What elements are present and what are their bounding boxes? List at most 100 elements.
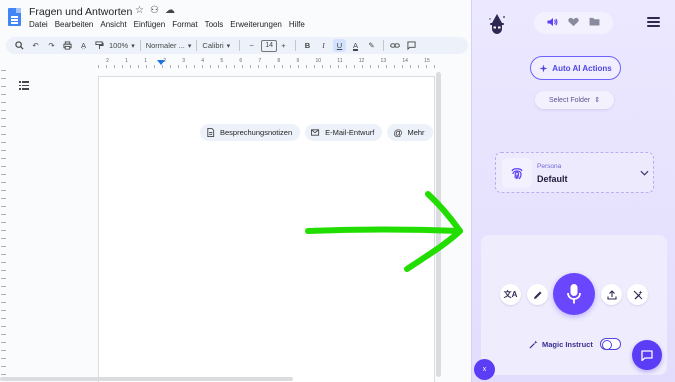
text-color-button[interactable]: A [349,39,362,52]
redo-icon[interactable]: ↷ [45,39,58,52]
print-icon[interactable] [61,39,74,52]
toolbar-divider [239,40,241,51]
edit-button[interactable] [527,284,548,305]
menu-icon[interactable] [647,17,660,27]
ruler-number: 4 [201,58,205,64]
microphone-icon [567,284,581,304]
ruler-number: 7 [258,58,262,64]
docs-logo-icon[interactable] [8,8,21,26]
undo-icon[interactable]: ↶ [29,39,42,52]
document-icon [207,128,215,137]
ruler-marks: 2 1 1 2 3 4 5 6 7 8 9 10 11 12 13 14 15 [98,58,438,64]
green-arrow-annotation [305,191,463,272]
menu-bar: Datei Bearbeiten Ansicht Einfügen Format… [29,20,305,29]
magic-wand-icon [529,339,538,349]
horizontal-ruler: 2 1 1 2 3 4 5 6 7 8 9 10 11 12 13 14 15 [98,58,438,68]
ruler-number: 8 [277,58,281,64]
toolbar-divider [382,40,384,51]
magic-off-icon [633,290,642,299]
microphone-button[interactable] [553,273,595,315]
at-sign-icon: @ [393,127,403,138]
increase-font-size-button[interactable]: + [277,39,290,52]
paragraph-style-select[interactable]: Normaler ... [146,39,192,52]
chevron-down-icon [640,168,649,178]
cloud-status-icon[interactable]: ☁ [165,5,175,16]
magic-instruct-toggle[interactable] [599,338,621,350]
more-chip[interactable]: @ Mehr [387,124,433,141]
move-icon[interactable]: ⚇ [150,5,159,16]
persona-value: Default [537,174,568,184]
more-label: Mehr [407,128,425,137]
menu-erweiterungen[interactable]: Erweiterungen [230,20,282,29]
bold-button[interactable]: B [301,39,314,52]
document-outline-icon[interactable] [19,81,29,90]
formatting-toolbar: ↶ ↷ A̤ 100% Normaler ... Calibri − 14 + … [6,37,468,54]
speaker-icon[interactable] [547,17,558,30]
horizontal-scrollbar[interactable] [0,377,293,381]
email-icon [311,129,320,136]
select-folder-label: Select Folder [548,96,591,104]
folder-icon[interactable] [589,17,600,29]
fingerprint-icon [502,158,532,188]
chat-button[interactable] [632,340,662,370]
email-draft-label: E-Mail-Entwurf [325,128,375,137]
select-folder-dropdown[interactable]: Select Folder ⇕ [535,91,614,109]
spellcheck-icon[interactable]: A̤ [77,39,90,52]
ruler-number: 15 [424,58,430,64]
meeting-notes-chip[interactable]: Besprechungsnotizen [200,124,301,141]
ruler-number: 13 [380,58,387,64]
underline-button[interactable]: U [332,39,346,52]
ruler-number: 9 [296,58,300,64]
decrease-font-size-button[interactable]: − [245,39,258,52]
close-panel-button[interactable]: x [474,359,495,380]
menu-datei[interactable]: Datei [29,20,48,29]
ruler-number: 6 [239,58,243,64]
ruler-number: 14 [402,58,408,64]
highlight-color-icon[interactable]: ✎ [365,39,378,52]
persona-label: Persona [537,163,562,170]
docs-header: Fragen und Antworten ☆ ⚇ ☁ Datei Bearbei… [0,0,471,35]
ruler-number: 3 [182,58,186,64]
insert-link-icon[interactable] [389,39,402,52]
font-family-select[interactable]: Calibri [202,39,230,52]
ruler-number: 1 [125,58,128,64]
italic-button[interactable]: I [317,39,330,52]
assistant-panel: Auto AI Actions Select Folder ⇕ Persona … [471,0,675,382]
toolbar-divider [294,40,296,51]
ruler-number: 1 [144,58,147,64]
wizard-logo-icon[interactable] [487,13,507,35]
menu-ansicht[interactable]: Ansicht [100,20,126,29]
magic-instruct-row: Magic Instruct [529,338,621,350]
indent-marker-icon[interactable] [157,60,165,65]
toolbar-divider [196,40,198,51]
toolbar-divider [139,40,141,51]
star-icon[interactable]: ☆ [135,5,144,16]
paint-format-icon[interactable] [93,39,106,52]
search-menus-icon[interactable] [13,39,26,52]
persona-selector[interactable]: Persona Default [495,152,654,193]
translate-icon: 文A [503,290,518,299]
ruler-number: 10 [315,58,322,64]
auto-ai-actions-label: Auto AI Actions [552,63,612,73]
heart-icon[interactable] [568,17,579,30]
smart-chips: Besprechungsnotizen E-Mail-Entwurf @ Meh… [200,124,433,141]
zoom-select[interactable]: 100% [109,39,135,52]
translate-button[interactable]: 文A [500,284,521,305]
menu-bearbeiten[interactable]: Bearbeiten [55,20,94,29]
menu-einfuegen[interactable]: Einfügen [134,20,166,29]
upload-button[interactable] [601,284,622,305]
font-size-input[interactable]: 14 [261,39,277,52]
document-title[interactable]: Fragen und Antworten [29,6,132,18]
menu-tools[interactable]: Tools [205,20,224,29]
top-action-bar [534,12,613,34]
email-draft-chip[interactable]: E-Mail-Entwurf [305,124,383,141]
ruler-number: 5 [220,58,224,64]
pencil-icon [533,291,541,299]
ruler-number: 2 [106,58,109,64]
insert-comment-icon[interactable] [405,39,418,52]
meeting-notes-label: Besprechungsnotizen [220,128,293,137]
disable-magic-button[interactable] [627,284,648,305]
menu-hilfe[interactable]: Hilfe [289,20,305,29]
menu-format[interactable]: Format [172,20,197,29]
auto-ai-actions-button[interactable]: Auto AI Actions [530,56,621,80]
